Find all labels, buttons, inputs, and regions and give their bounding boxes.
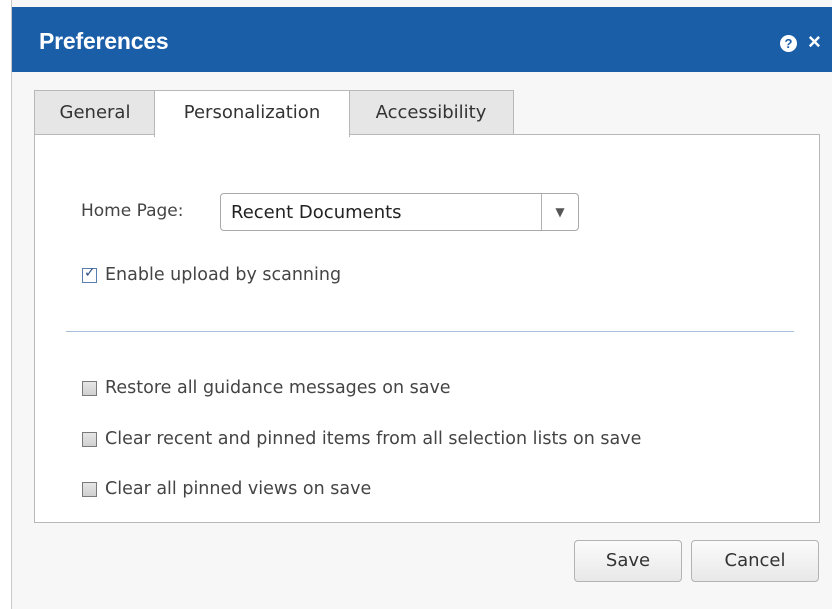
tab-general[interactable]: General	[34, 90, 156, 135]
clear-pinned-views-checkbox[interactable]	[82, 482, 97, 497]
personalization-panel: Home Page: Recent Documents ▼ ✓ Enable u…	[34, 134, 820, 523]
tab-accessibility[interactable]: Accessibility	[348, 90, 514, 135]
preferences-dialog: Preferences ? × General Personalization …	[11, 0, 832, 609]
clear-recent-pinned-label: Clear recent and pinned items from all s…	[105, 429, 642, 449]
enable-upload-checkbox[interactable]: ✓	[82, 265, 97, 283]
enable-upload-label: Enable upload by scanning	[105, 265, 342, 285]
clear-recent-pinned-checkbox[interactable]	[82, 432, 97, 447]
checkmark-icon: ✓	[84, 265, 96, 281]
tab-personalization[interactable]: Personalization	[154, 90, 350, 137]
home-page-selected-value: Recent Documents	[231, 202, 402, 223]
dialog-title-bar: Preferences ? ×	[12, 7, 832, 72]
save-button[interactable]: Save	[574, 540, 682, 582]
chevron-down-icon[interactable]: ▼	[542, 194, 578, 230]
home-page-select[interactable]: Recent Documents ▼	[220, 193, 579, 231]
home-page-label: Home Page:	[81, 201, 184, 221]
help-icon[interactable]: ?	[780, 35, 797, 52]
cancel-button[interactable]: Cancel	[691, 540, 819, 582]
close-icon[interactable]: ×	[808, 29, 821, 55]
dialog-title: Preferences	[39, 28, 169, 54]
restore-guidance-checkbox[interactable]	[82, 381, 97, 396]
clear-pinned-views-label: Clear all pinned views on save	[105, 479, 372, 499]
restore-guidance-label: Restore all guidance messages on save	[105, 378, 451, 398]
section-divider	[66, 331, 794, 332]
